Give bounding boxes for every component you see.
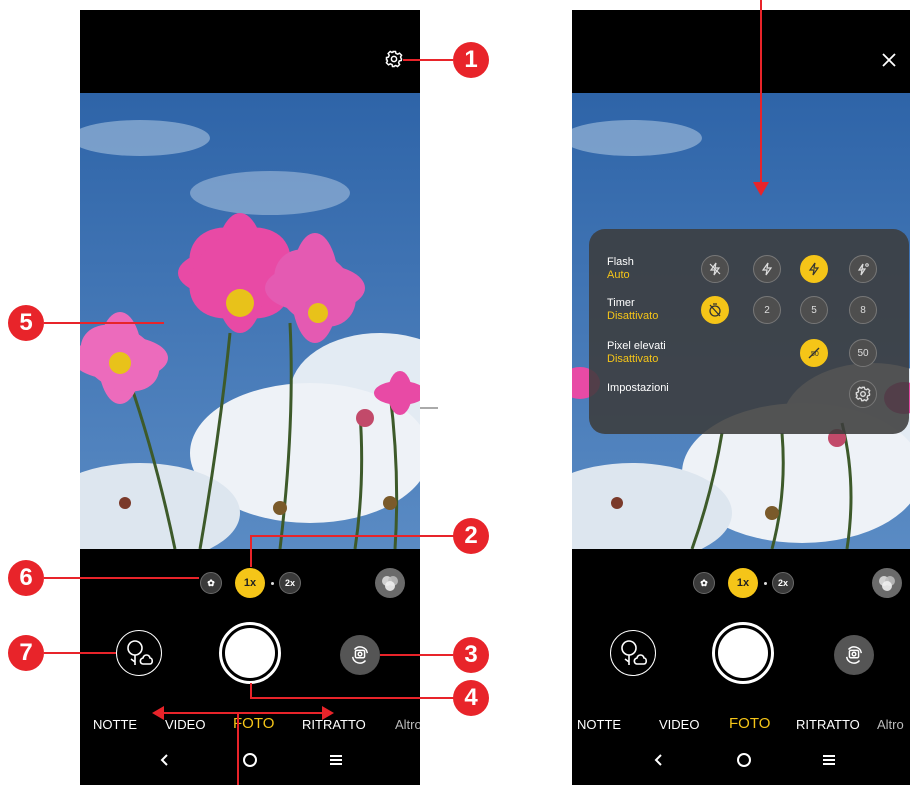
system-navbar xyxy=(572,745,910,775)
callout-line-1 xyxy=(403,59,453,61)
zoom-2x-button[interactable]: 2x xyxy=(772,572,794,594)
annotation-line-side xyxy=(420,407,438,409)
callout-4: 4 xyxy=(453,680,489,716)
mode-notte[interactable]: NOTTE xyxy=(93,717,137,732)
flash-label: Flash xyxy=(607,256,634,268)
system-navbar xyxy=(80,745,420,775)
close-icon[interactable] xyxy=(880,51,898,69)
callout-line-4-h xyxy=(250,697,455,699)
svg-text:50: 50 xyxy=(811,351,819,358)
settings-label: Impostazioni xyxy=(607,382,669,394)
settings-gear-icon[interactable] xyxy=(385,50,403,68)
gallery-icon[interactable] xyxy=(116,630,162,676)
swipe-left-arrow xyxy=(152,706,164,720)
high-pixel-off-icon[interactable]: 50 xyxy=(800,339,828,367)
mode-foto[interactable]: FOTO xyxy=(729,715,770,732)
callout-line-2-v xyxy=(250,535,252,567)
home-icon[interactable] xyxy=(237,747,263,773)
callout-5: 5 xyxy=(8,305,44,341)
timer-value: Disattivato xyxy=(607,310,659,322)
swipe-stem xyxy=(237,712,239,785)
high-pixel-50-icon[interactable]: 50 xyxy=(849,339,877,367)
home-icon[interactable] xyxy=(731,747,757,773)
timer-row: Timer Disattivato xyxy=(607,297,658,322)
flash-on-icon[interactable] xyxy=(753,255,781,283)
mode-altro[interactable]: Altro xyxy=(877,717,904,732)
filter-icon[interactable] xyxy=(872,568,902,598)
shutter-inner xyxy=(225,628,275,678)
camera-screen-settings: Flash Auto Timer Disattivato 2 5 8 Pixel… xyxy=(572,10,910,785)
flash-row: Flash Auto xyxy=(607,256,634,281)
timer-2s-icon[interactable]: 2 xyxy=(753,296,781,324)
swipe-right-arrow xyxy=(322,706,334,720)
viewfinder-preview xyxy=(80,93,420,549)
callout-2: 2 xyxy=(453,518,489,554)
zoom-2x-button[interactable]: 2x xyxy=(279,572,301,594)
mode-video[interactable]: VIDEO xyxy=(165,717,205,732)
settings-row: Impostazioni xyxy=(607,382,669,394)
callout-6: 6 xyxy=(8,560,44,596)
flip-camera-icon[interactable] xyxy=(834,635,874,675)
filter-icon[interactable] xyxy=(375,568,405,598)
flip-camera-icon[interactable] xyxy=(340,635,380,675)
open-panel-arrow-line xyxy=(760,0,762,185)
mode-altro[interactable]: Altro xyxy=(395,717,420,732)
mode-ritratto[interactable]: RITRATTO xyxy=(796,717,860,732)
callout-line-5 xyxy=(44,322,164,324)
callout-3: 3 xyxy=(453,637,489,673)
camera-screen-main: ✿ 1x 2x NOTTE VIDEO FOTO RITRATTO Altro xyxy=(80,10,420,785)
timer-5s-icon[interactable]: 5 xyxy=(800,296,828,324)
flash-torch-icon[interactable] xyxy=(849,255,877,283)
timer-off-icon[interactable] xyxy=(701,296,729,324)
zoom-1x-button[interactable]: 1x xyxy=(235,568,265,598)
mode-selector: NOTTE VIDEO FOTO RITRATTO Altro xyxy=(80,715,420,735)
callout-1: 1 xyxy=(453,42,489,78)
high-pixel-50-label: 50 xyxy=(857,347,869,359)
timer-label: Timer xyxy=(607,297,635,309)
mode-selector: NOTTE VIDEO FOTO RITRATTO Altro xyxy=(572,715,910,735)
mode-video[interactable]: VIDEO xyxy=(659,717,699,732)
zoom-divider-dot xyxy=(271,582,274,585)
back-icon[interactable] xyxy=(152,747,178,773)
callout-7: 7 xyxy=(8,635,44,671)
callout-line-2-h xyxy=(250,535,455,537)
high-pixel-row: Pixel elevati Disattivato xyxy=(607,340,666,365)
macro-flower-icon[interactable]: ✿ xyxy=(693,572,715,594)
high-pixel-label: Pixel elevati xyxy=(607,340,666,352)
zoom-divider-dot xyxy=(764,582,767,585)
swipe-arrow-line xyxy=(160,712,325,714)
macro-flower-icon[interactable]: ✿ xyxy=(200,572,222,594)
timer-8s-icon[interactable]: 8 xyxy=(849,296,877,324)
settings-gear-icon[interactable] xyxy=(849,380,877,408)
timer-2-label: 2 xyxy=(764,304,770,316)
shutter-button[interactable] xyxy=(219,622,281,684)
zoom-selector: ✿ 1x 2x xyxy=(80,568,420,598)
menu-icon[interactable] xyxy=(816,747,842,773)
open-panel-arrow-head xyxy=(753,182,769,196)
zoom-1x-button[interactable]: 1x xyxy=(728,568,758,598)
flash-value: Auto xyxy=(607,269,630,281)
gallery-icon[interactable] xyxy=(610,630,656,676)
mode-notte[interactable]: NOTTE xyxy=(577,717,621,732)
callout-line-3 xyxy=(380,654,453,656)
timer-5-label: 5 xyxy=(811,304,817,316)
zoom-selector: ✿ 1x 2x xyxy=(572,568,910,598)
shutter-inner xyxy=(718,628,768,678)
mode-foto[interactable]: FOTO xyxy=(233,715,274,732)
shutter-button[interactable] xyxy=(712,622,774,684)
timer-8-label: 8 xyxy=(860,304,866,316)
flash-off-icon[interactable] xyxy=(701,255,729,283)
flash-auto-icon[interactable] xyxy=(800,255,828,283)
callout-line-6 xyxy=(44,577,199,579)
menu-icon[interactable] xyxy=(323,747,349,773)
back-icon[interactable] xyxy=(646,747,672,773)
high-pixel-value: Disattivato xyxy=(607,353,659,365)
callout-line-7 xyxy=(44,652,116,654)
quick-settings-panel: Flash Auto Timer Disattivato 2 5 8 Pixel… xyxy=(589,229,909,434)
